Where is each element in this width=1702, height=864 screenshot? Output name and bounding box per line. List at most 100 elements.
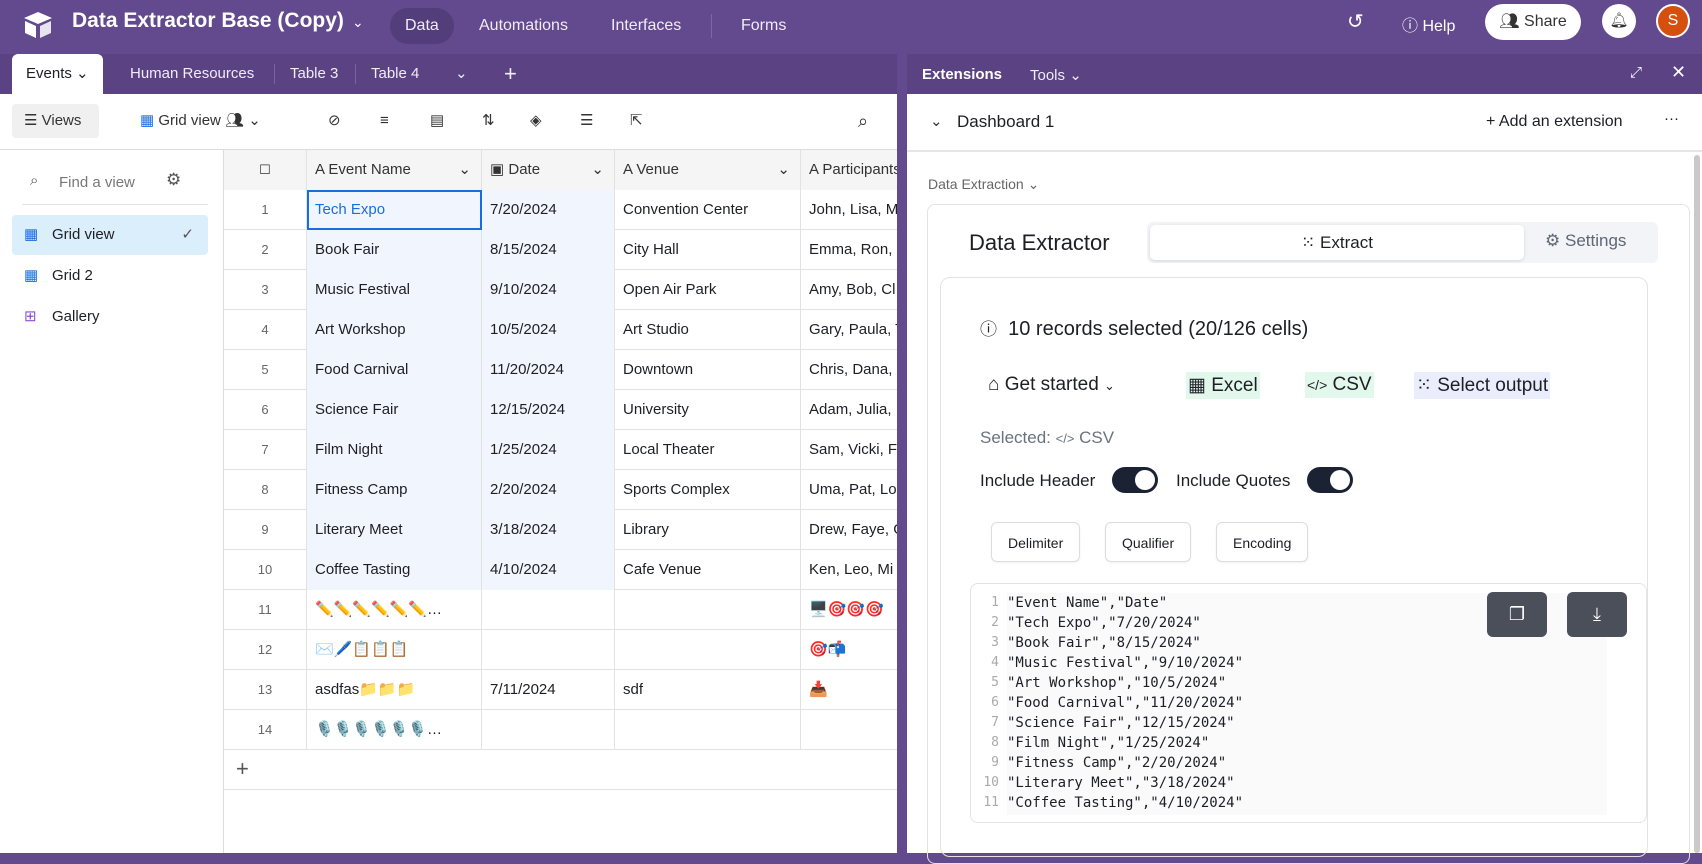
venue-cell[interactable]: Open Air Park bbox=[615, 270, 801, 310]
tools-menu[interactable]: Tools ⌄ bbox=[1030, 66, 1082, 84]
date-cell[interactable]: 10/5/2024 bbox=[482, 310, 615, 350]
participants-cell[interactable]: 🖥️🎯🎯🎯 bbox=[801, 590, 897, 630]
table-row[interactable]: 5 Food Carnival 11/20/2024 Downtown Chris, D… bbox=[224, 350, 897, 390]
event-name-cell[interactable]: Literary Meet bbox=[307, 510, 482, 550]
panel-resize-handle[interactable] bbox=[897, 94, 907, 853]
participants-cell[interactable]: Sam, Vicki, F bbox=[801, 430, 897, 470]
venue-cell[interactable] bbox=[615, 590, 801, 630]
row-height-icon[interactable]: ☰ bbox=[580, 104, 593, 138]
gear-icon[interactable]: ⚙ bbox=[166, 170, 181, 190]
views-button[interactable]: ☰ Views bbox=[12, 104, 99, 138]
tab-events[interactable]: Events ⌄ bbox=[12, 54, 103, 94]
event-name-cell[interactable]: Science Fair bbox=[307, 390, 482, 430]
participants-cell[interactable]: John, Lisa, M bbox=[801, 190, 897, 230]
history-icon[interactable]: ↺ bbox=[1347, 9, 1364, 34]
table-row[interactable]: 7 Film Night 1/25/2024 Local Theater Sam, Vi… bbox=[224, 430, 897, 470]
date-cell[interactable]: 1/25/2024 bbox=[482, 430, 615, 470]
event-name-cell[interactable]: Fitness Camp bbox=[307, 470, 482, 510]
nav-automations[interactable]: Automations bbox=[464, 8, 583, 44]
event-name-cell[interactable]: ✏️✏️✏️✏️✏️✏️… bbox=[307, 590, 482, 630]
event-name-cell[interactable]: Tech Expo bbox=[307, 190, 482, 230]
venue-cell[interactable]: Convention Center bbox=[615, 190, 801, 230]
participants-cell[interactable]: Adam, Julia, bbox=[801, 390, 897, 430]
date-cell[interactable]: 11/20/2024 bbox=[482, 350, 615, 390]
participants-cell[interactable]: Drew, Faye, G bbox=[801, 510, 897, 550]
table-row[interactable]: 14 🎙️🎙️🎙️🎙️🎙️🎙️… bbox=[224, 710, 897, 750]
date-cell[interactable]: 7/11/2024 bbox=[482, 670, 615, 710]
participants-cell[interactable]: Chris, Dana, bbox=[801, 350, 897, 390]
avatar[interactable]: S bbox=[1656, 4, 1690, 38]
date-cell[interactable]: 9/10/2024 bbox=[482, 270, 615, 310]
participants-cell[interactable]: 📥 bbox=[801, 670, 897, 710]
date-cell[interactable] bbox=[482, 590, 615, 630]
extensions-tab[interactable]: Extensions bbox=[922, 66, 1002, 83]
help-button[interactable]: ⓘ Help bbox=[1402, 12, 1455, 36]
share-view-icon[interactable]: ⇱ bbox=[630, 104, 643, 138]
column-header-date[interactable]: ▣ Date ⌄ bbox=[482, 150, 615, 190]
scrollbar[interactable] bbox=[1694, 155, 1700, 853]
date-cell[interactable]: 12/15/2024 bbox=[482, 390, 615, 430]
select-output-button[interactable]: ⁙ Select output bbox=[1414, 372, 1551, 399]
venue-cell[interactable] bbox=[615, 710, 801, 750]
participants-cell[interactable]: Amy, Bob, Cl bbox=[801, 270, 897, 310]
sidebar-item-grid-view[interactable]: ▦ Grid view ✓ bbox=[12, 215, 208, 255]
excel-button[interactable]: ▦ Excel bbox=[1186, 372, 1260, 399]
qualifier-button[interactable]: Qualifier bbox=[1105, 522, 1192, 562]
date-cell[interactable]: 3/18/2024 bbox=[482, 510, 615, 550]
date-cell[interactable] bbox=[482, 630, 615, 670]
venue-cell[interactable]: Local Theater bbox=[615, 430, 801, 470]
column-header-venue[interactable]: A Venue ⌄ bbox=[615, 150, 801, 190]
nav-forms[interactable]: Forms bbox=[726, 8, 801, 44]
tab-extract[interactable]: ⁙ Extract bbox=[1150, 225, 1524, 260]
add-table-icon[interactable]: + bbox=[504, 54, 517, 94]
venue-cell[interactable]: Library bbox=[615, 510, 801, 550]
table-row[interactable]: 13 asdfas📁📁📁 7/11/2024 sdf 📥 bbox=[224, 670, 897, 710]
tab-settings[interactable]: ⚙ Settings bbox=[1545, 231, 1626, 251]
venue-cell[interactable]: Art Studio bbox=[615, 310, 801, 350]
date-cell[interactable]: 7/20/2024 bbox=[482, 190, 615, 230]
delimiter-button[interactable]: Delimiter bbox=[991, 522, 1081, 562]
include-header-toggle[interactable] bbox=[1112, 467, 1158, 493]
table-row[interactable]: 3 Music Festival 9/10/2024 Open Air Park Amy… bbox=[224, 270, 897, 310]
hide-fields-icon[interactable]: ⊘ bbox=[328, 104, 341, 138]
more-icon[interactable]: ··· bbox=[1664, 110, 1679, 127]
add-extension-button[interactable]: + Add an extension bbox=[1486, 113, 1623, 131]
sort-icon[interactable]: ⇅ bbox=[482, 104, 495, 138]
venue-cell[interactable]: University bbox=[615, 390, 801, 430]
venue-cell[interactable]: City Hall bbox=[615, 230, 801, 270]
event-name-cell[interactable]: Film Night bbox=[307, 430, 482, 470]
table-row[interactable]: 2 Book Fair 8/15/2024 City Hall Emma, Ron, bbox=[224, 230, 897, 270]
table-row[interactable]: 4 Art Workshop 10/5/2024 Art Studio Gary, Pa… bbox=[224, 310, 897, 350]
column-header-event-name[interactable]: A Event Name ⌄ bbox=[307, 150, 482, 190]
more-tables-chevron-icon[interactable]: ⌄ bbox=[455, 54, 468, 94]
section-selector[interactable]: Data Extraction ⌄ bbox=[928, 176, 1039, 193]
event-name-cell[interactable]: asdfas📁📁📁 bbox=[307, 670, 482, 710]
add-row-button[interactable]: + bbox=[224, 750, 897, 790]
csv-button[interactable]: </> CSV bbox=[1305, 372, 1374, 398]
base-title[interactable]: Data Extractor Base (Copy) bbox=[72, 9, 344, 33]
venue-cell[interactable]: Sports Complex bbox=[615, 470, 801, 510]
app-logo-icon[interactable] bbox=[22, 10, 54, 40]
tab-table-4[interactable]: Table 4 bbox=[371, 54, 419, 94]
table-row[interactable]: 6 Science Fair 12/15/2024 University Adam, J… bbox=[224, 390, 897, 430]
chevron-down-icon[interactable]: ⌄ bbox=[352, 14, 364, 31]
participants-cell[interactable]: 🎯📬 bbox=[801, 630, 897, 670]
participants-cell[interactable] bbox=[801, 710, 897, 750]
event-name-cell[interactable]: Coffee Tasting bbox=[307, 550, 482, 590]
table-row[interactable]: 11 ✏️✏️✏️✏️✏️✏️… 🖥️🎯🎯🎯 bbox=[224, 590, 897, 630]
table-row[interactable]: 10 Coffee Tasting 4/10/2024 Cafe Venue Ken, … bbox=[224, 550, 897, 590]
include-quotes-toggle[interactable] bbox=[1307, 467, 1353, 493]
copy-button[interactable]: ❐ bbox=[1487, 592, 1547, 637]
get-started-menu[interactable]: ⌂ Get started ⌄ bbox=[988, 374, 1115, 396]
chevron-down-icon[interactable]: ⌄ bbox=[930, 112, 943, 130]
event-name-cell[interactable]: Book Fair bbox=[307, 230, 482, 270]
event-name-cell[interactable]: Art Workshop bbox=[307, 310, 482, 350]
participants-cell[interactable]: Uma, Pat, Lo bbox=[801, 470, 897, 510]
participants-cell[interactable]: Emma, Ron, bbox=[801, 230, 897, 270]
event-name-cell[interactable]: 🎙️🎙️🎙️🎙️🎙️🎙️… bbox=[307, 710, 482, 750]
column-header-participants[interactable]: A Participants bbox=[801, 150, 897, 190]
participants-cell[interactable]: Ken, Leo, Mi bbox=[801, 550, 897, 590]
venue-cell[interactable]: Downtown bbox=[615, 350, 801, 390]
filter-icon[interactable]: ≡ bbox=[380, 104, 389, 138]
date-cell[interactable]: 4/10/2024 bbox=[482, 550, 615, 590]
